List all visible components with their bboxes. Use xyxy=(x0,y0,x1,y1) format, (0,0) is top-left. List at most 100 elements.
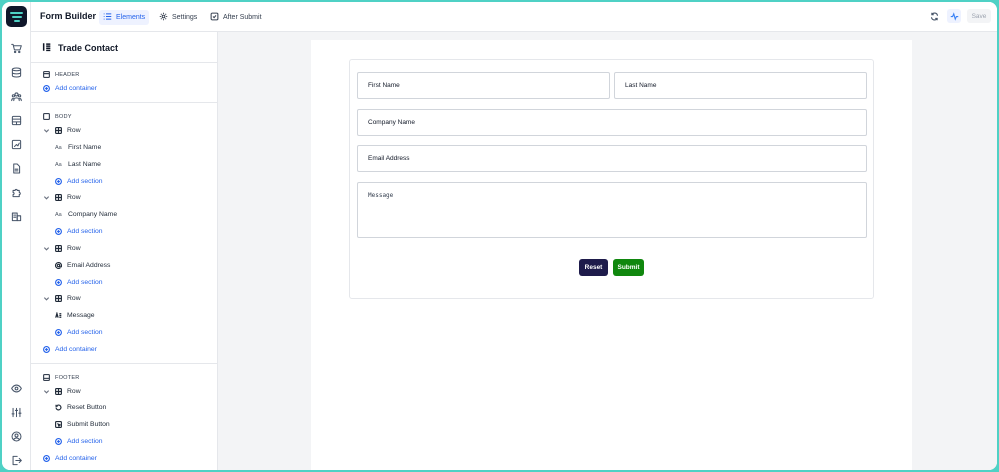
plus-circle-icon xyxy=(43,85,50,92)
save-button[interactable]: Save xyxy=(967,9,991,23)
chart-icon[interactable] xyxy=(10,138,22,150)
message-field[interactable]: Message xyxy=(357,182,867,238)
sliders-icon[interactable] xyxy=(10,406,22,418)
field-item-message[interactable]: Message xyxy=(55,312,95,319)
panel-title: Trade Contact xyxy=(42,42,118,54)
grid-icon xyxy=(55,245,62,252)
gear-icon xyxy=(159,12,168,23)
logout-icon[interactable] xyxy=(10,454,22,466)
file-icon[interactable] xyxy=(10,162,22,174)
field-label: Email Address xyxy=(67,262,111,269)
body-section[interactable]: BODY xyxy=(43,113,72,120)
field-item-submit-button[interactable]: Submit Button xyxy=(55,421,110,428)
field-item-company-name[interactable]: Aa Company Name xyxy=(55,211,117,218)
plus-circle-icon xyxy=(43,455,50,462)
tab-elements[interactable]: Elements xyxy=(99,10,150,25)
row-label: Row xyxy=(67,388,81,395)
form-preview: First Name Last Name Company Name Email … xyxy=(349,59,874,299)
row-item[interactable]: Row xyxy=(43,245,81,252)
chevron-down-icon[interactable] xyxy=(43,245,50,252)
add-container-button[interactable]: Add container xyxy=(43,455,97,462)
box-icon xyxy=(43,113,50,120)
row-label: Row xyxy=(67,295,81,302)
row-label: Row xyxy=(67,194,81,201)
refresh-icon[interactable] xyxy=(927,9,941,23)
chevron-down-icon[interactable] xyxy=(43,194,50,201)
grid-icon xyxy=(55,127,62,134)
database-icon[interactable] xyxy=(10,66,22,78)
activity-icon[interactable] xyxy=(947,9,961,23)
row-item[interactable]: Row xyxy=(43,295,81,302)
tab-after-submit[interactable]: After Submit xyxy=(206,10,266,25)
field-label: Company Name xyxy=(68,211,118,218)
app-window: Form Builder Elements Settings After Sub… xyxy=(2,2,997,470)
add-section-button[interactable]: Add section xyxy=(55,178,103,185)
submit-button[interactable]: Submit xyxy=(613,259,644,276)
chevron-down-icon[interactable] xyxy=(43,127,50,134)
app-logo[interactable] xyxy=(6,6,27,27)
link-label: Add section xyxy=(67,228,103,235)
company-name-field[interactable]: Company Name xyxy=(357,109,867,136)
row-item[interactable]: Row xyxy=(43,127,81,134)
plus-circle-icon xyxy=(55,438,62,445)
field-item-last-name[interactable]: Aa Last Name xyxy=(55,161,101,168)
tab-label: After Submit xyxy=(223,14,262,21)
add-section-button[interactable]: Add section xyxy=(55,279,103,286)
link-label: Add section xyxy=(67,329,103,336)
field-item-reset-button[interactable]: Reset Button xyxy=(55,404,106,411)
app-title: Form Builder xyxy=(40,11,97,21)
plus-circle-icon xyxy=(55,178,62,185)
add-container-button[interactable]: Add container xyxy=(43,346,97,353)
add-section-button[interactable]: Add section xyxy=(55,329,103,336)
user-circle-icon[interactable] xyxy=(10,430,22,442)
users-icon[interactable] xyxy=(10,90,22,102)
row-item[interactable]: Row xyxy=(43,194,81,201)
header-section[interactable]: HEADER xyxy=(43,71,80,78)
link-label: Add container xyxy=(55,346,97,353)
cursor-box-icon xyxy=(55,421,62,428)
plus-circle-icon xyxy=(55,329,62,336)
building-icon[interactable] xyxy=(10,210,22,222)
toolbar-actions: Save xyxy=(927,9,991,23)
footer-section[interactable]: FOOTER xyxy=(43,374,80,381)
section-label: FOOTER xyxy=(55,374,80,381)
first-name-field[interactable]: First Name xyxy=(357,72,610,99)
grid-icon xyxy=(55,194,62,201)
row-item[interactable]: Row xyxy=(43,388,81,395)
tab-label: Settings xyxy=(172,14,198,21)
table-icon[interactable] xyxy=(10,114,22,126)
field-item-first-name[interactable]: Aa First Name xyxy=(55,144,101,151)
box-icon xyxy=(43,374,50,381)
section-label: HEADER xyxy=(55,71,80,78)
grid-icon xyxy=(55,295,62,302)
left-rail xyxy=(2,2,31,470)
top-bar: Form Builder Elements Settings After Sub… xyxy=(31,2,997,32)
divider xyxy=(31,102,217,103)
puzzle-icon[interactable] xyxy=(10,186,22,198)
add-section-button[interactable]: Add section xyxy=(55,438,103,445)
field-label: Message xyxy=(67,312,95,319)
tab-label: Elements xyxy=(116,14,146,21)
form-name: Trade Contact xyxy=(58,43,119,53)
textarea-icon xyxy=(55,312,62,319)
field-item-email-address[interactable]: Email Address xyxy=(55,262,110,269)
eye-icon[interactable] xyxy=(10,382,22,394)
chevron-down-icon[interactable] xyxy=(43,388,50,395)
form-sheet: First Name Last Name Company Name Email … xyxy=(311,40,912,470)
text-field-icon: Aa xyxy=(55,144,62,151)
last-name-field[interactable]: Last Name xyxy=(614,72,867,99)
cart-icon[interactable] xyxy=(10,42,22,54)
plus-circle-icon xyxy=(55,279,62,286)
chevron-down-icon[interactable] xyxy=(43,295,50,302)
plus-circle-icon xyxy=(55,228,62,235)
field-label: First Name xyxy=(68,144,102,151)
reset-button[interactable]: Reset xyxy=(579,259,608,276)
field-label: Reset Button xyxy=(67,404,107,411)
at-sign-icon xyxy=(55,262,62,269)
tab-settings[interactable]: Settings xyxy=(155,10,201,25)
add-container-button[interactable]: Add container xyxy=(43,85,97,92)
add-section-button[interactable]: Add section xyxy=(55,228,103,235)
email-address-field[interactable]: Email Address xyxy=(357,145,867,172)
row-label: Row xyxy=(67,245,81,252)
divider xyxy=(31,62,217,63)
